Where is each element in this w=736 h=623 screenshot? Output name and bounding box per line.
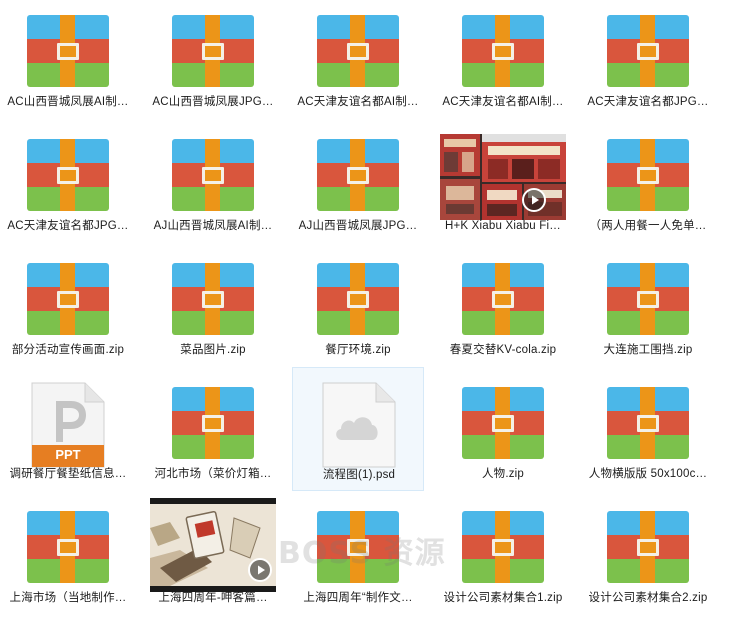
file-item[interactable]: 菜品图片.zip [147,251,279,375]
file-name: 设计公司素材集合1.zip [443,592,563,604]
zip-archive-icon [149,8,277,96]
ppt-badge: PPT [55,447,81,462]
file-name: （两人用餐一人免单… [589,220,707,232]
zip-archive-icon [4,256,132,344]
file-item[interactable]: 设计公司素材集合2.zip [582,499,714,623]
zip-archive-icon [439,504,567,592]
zip-archive-icon [294,132,422,220]
file-name: AJ山西晋城凤展JPG… [298,220,418,232]
zip-archive-icon [439,256,567,344]
file-name: AC山西晋城凤展AI制… [7,96,129,108]
file-name: AC天津友谊名都AI制… [442,96,564,108]
cloud-file-icon [295,380,423,468]
file-name: 餐厅环境.zip [325,344,391,356]
illustration-thumbnail [150,498,276,592]
zip-archive-icon [4,8,132,96]
file-item[interactable]: AC山西晋城凤展AI制… [2,3,134,127]
file-item[interactable]: AC天津友谊名都AI制… [292,3,424,127]
file-item[interactable]: 人物.zip [437,375,569,499]
file-item[interactable]: AC天津友谊名都AI制… [437,3,569,127]
file-grid: AC山西晋城凤展AI制… AC山西晋城凤展JPG… AC天津友谊名都AI制… A… [0,0,736,613]
file-name: 部分活动宣传画面.zip [11,344,125,356]
file-name: 菜品图片.zip [180,344,246,356]
file-name: 大连施工围挡.zip [603,344,693,356]
file-item[interactable]: AC天津友谊名都JPG… [582,3,714,127]
file-name: 人物.zip [481,468,525,480]
zip-archive-icon [4,504,132,592]
zip-archive-icon [584,132,712,220]
file-name: 流程图(1).psd [322,469,396,481]
play-icon [248,558,272,582]
zip-archive-icon [584,504,712,592]
zip-archive-icon [584,380,712,468]
zip-archive-icon [584,256,712,344]
file-name: 调研餐厅餐垫纸信息… [9,468,127,480]
file-name: 上海四周年“制作文… [303,592,413,604]
file-item[interactable]: AC山西晋城凤展JPG… [147,3,279,127]
restaurant-storefront-thumbnail [440,134,566,220]
zip-archive-icon [149,256,277,344]
file-item[interactable]: 人物横版版 50x100c… [582,375,714,499]
file-name: H+K Xiabu Xiabu Fi… [445,220,561,232]
file-name: 人物横版版 50x100c… [588,468,708,480]
file-item[interactable]: AC天津友谊名都JPG… [2,127,134,251]
zip-archive-icon [4,132,132,220]
file-name: 上海四周年-呷客篇… [158,592,268,604]
zip-archive-icon [439,380,567,468]
video-thumbnail-icon [439,132,567,220]
file-item[interactable]: PPT 调研餐厅餐垫纸信息… [2,375,134,499]
file-item[interactable]: AJ山西晋城凤展AI制… [147,127,279,251]
file-item[interactable]: 上海市场（当地制作… [2,499,134,623]
zip-archive-icon [294,256,422,344]
file-item[interactable]: 上海四周年-呷客篇… [147,498,279,623]
file-name: 上海市场（当地制作… [9,592,127,604]
watermark: BOSS 资源 [278,536,446,571]
file-name: AJ山西晋城凤展AI制… [153,220,273,232]
file-name: AC天津友谊名都JPG… [587,96,709,108]
file-item[interactable]: 设计公司素材集合1.zip [437,499,569,623]
file-item[interactable]: 大连施工围挡.zip [582,251,714,375]
file-item[interactable]: （两人用餐一人免单… [582,127,714,251]
file-item[interactable]: 部分活动宣传画面.zip [2,251,134,375]
file-name: 设计公司素材集合2.zip [588,592,708,604]
play-icon [522,188,546,212]
zip-archive-icon [439,8,567,96]
zip-archive-icon [584,8,712,96]
file-item[interactable]: 餐厅环境.zip [292,251,424,375]
file-name: 春夏交替KV-cola.zip [449,344,557,356]
ppt-file-icon: PPT [4,380,132,468]
file-name: AC天津友谊名都AI制… [297,96,419,108]
file-name: AC山西晋城凤展JPG… [152,96,274,108]
zip-archive-icon [149,132,277,220]
file-item[interactable]: 春夏交替KV-cola.zip [437,251,569,375]
zip-archive-icon [294,8,422,96]
file-name: 河北市场（菜价灯箱… [154,468,272,480]
video-thumbnail-icon [149,498,277,592]
file-item[interactable]: 河北市场（菜价灯箱… [147,375,279,499]
zip-archive-icon [149,380,277,468]
file-item[interactable]: AJ山西晋城凤展JPG… [292,127,424,251]
file-item[interactable]: H+K Xiabu Xiabu Fi… [437,127,569,251]
file-item-selected[interactable]: 流程图(1).psd [292,367,424,491]
file-name: AC天津友谊名都JPG… [7,220,129,232]
